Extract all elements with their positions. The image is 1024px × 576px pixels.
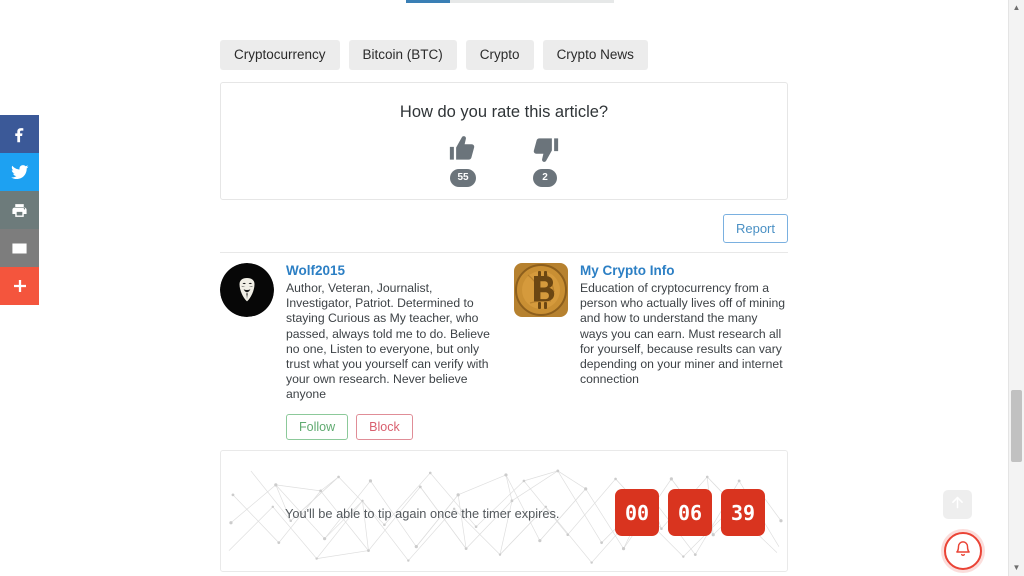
share-more-button[interactable] (0, 267, 39, 305)
tag-cryptocurrency[interactable]: Cryptocurrency (220, 40, 340, 70)
author-profile-body: Wolf2015 Author, Veteran, Journalist, In… (286, 263, 492, 440)
notification-bell-button[interactable] (944, 532, 982, 570)
twitter-icon (10, 163, 29, 181)
scrollbar-down-arrow[interactable]: ▼ (1009, 560, 1024, 576)
article-rating-panel: How do you rate this article? 55 2 (220, 82, 788, 200)
rating-title: How do you rate this article? (399, 103, 609, 121)
scrollbar-thumb[interactable] (1011, 390, 1022, 462)
print-icon (11, 202, 28, 219)
article-tag-list: Cryptocurrency Bitcoin (BTC) Crypto Cryp… (220, 40, 648, 70)
arrow-up-icon (949, 494, 966, 516)
downvote-button[interactable]: 2 (522, 134, 568, 187)
rating-actions: 55 2 (221, 134, 787, 187)
email-icon (11, 240, 28, 257)
share-twitter-button[interactable] (0, 153, 39, 191)
share-facebook-button[interactable] (0, 115, 39, 153)
share-print-button[interactable] (0, 191, 39, 229)
countdown-seconds: 39 (721, 489, 765, 536)
scroll-to-top-button[interactable] (943, 490, 972, 519)
thumbs-up-icon (448, 134, 478, 164)
report-row: Report (220, 214, 788, 243)
block-button[interactable]: Block (356, 413, 413, 440)
publisher-profile-body: My Crypto Info Education of cryptocurren… (580, 263, 786, 440)
countdown-minutes: 06 (668, 489, 712, 536)
guy-fawkes-mask-avatar[interactable] (220, 263, 274, 317)
plus-icon (12, 278, 28, 294)
social-share-rail (0, 115, 39, 305)
downvote-count: 2 (533, 169, 557, 187)
author-profile-card: Wolf2015 Author, Veteran, Journalist, In… (220, 263, 492, 440)
tip-timer-panel: You'll be able to tip again once the tim… (220, 450, 788, 572)
tip-timer-message: You'll be able to tip again once the tim… (285, 506, 560, 521)
thumbs-down-icon (530, 134, 560, 164)
tip-countdown: 00 06 39 (615, 489, 765, 536)
tag-bitcoin-btc[interactable]: Bitcoin (BTC) (348, 40, 457, 70)
bell-icon (954, 540, 972, 563)
profile-cards: Wolf2015 Author, Veteran, Journalist, In… (220, 263, 788, 440)
upvote-button[interactable]: 55 (440, 134, 486, 187)
publisher-name-link[interactable]: My Crypto Info (580, 263, 786, 278)
scroll-down-glyph: ▼ (1012, 563, 1021, 572)
reading-progress-track (406, 0, 614, 3)
countdown-hours: 00 (615, 489, 659, 536)
publisher-profile-card: My Crypto Info Education of cryptocurren… (514, 263, 786, 440)
author-profile-actions: Follow Block (286, 413, 492, 440)
author-username-link[interactable]: Wolf2015 (286, 263, 492, 278)
report-button[interactable]: Report (722, 214, 788, 243)
scrollbar-up-arrow[interactable]: ▲ (1009, 0, 1024, 16)
publisher-bio: Education of cryptocurrency from a perso… (580, 281, 786, 387)
profiles-divider (220, 252, 788, 253)
page-scrollbar[interactable]: ▲ ▼ (1008, 0, 1024, 576)
scroll-up-glyph: ▲ (1012, 3, 1021, 12)
reading-progress-fill (406, 0, 450, 3)
facebook-icon (11, 126, 28, 143)
share-email-button[interactable] (0, 229, 39, 267)
follow-button[interactable]: Follow (286, 413, 349, 440)
tag-crypto-news[interactable]: Crypto News (542, 40, 648, 70)
page-canvas: Cryptocurrency Bitcoin (BTC) Crypto Cryp… (0, 0, 1008, 576)
upvote-count: 55 (450, 169, 476, 187)
author-bio: Author, Veteran, Journalist, Investigato… (286, 281, 490, 402)
bitcoin-coin-avatar[interactable] (514, 263, 568, 317)
tag-crypto[interactable]: Crypto (465, 40, 534, 70)
